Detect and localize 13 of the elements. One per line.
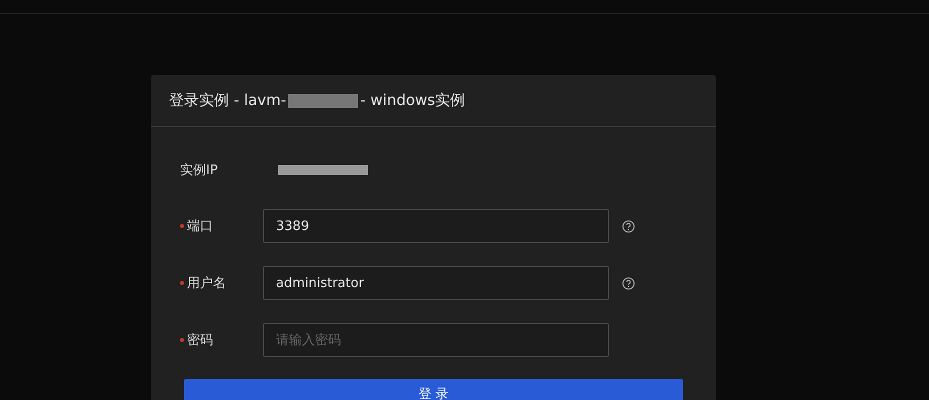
redaction-block <box>288 94 358 108</box>
input-field[interactable]: 请输入密码 <box>263 323 609 357</box>
field-label: 用户名 <box>187 275 226 292</box>
field-label: 端口 <box>187 218 213 235</box>
input-field[interactable]: 3389 <box>263 209 609 243</box>
help-icon[interactable] <box>622 276 635 290</box>
input-field[interactable]: administrator <box>263 266 609 300</box>
dialog-title-suffix: - windows实例 <box>360 91 466 110</box>
dialog-title: 登录实例 - lavm- <box>169 91 286 110</box>
field-label: 密码 <box>187 332 213 349</box>
field-label: 实例IP <box>180 162 218 179</box>
login-button[interactable]: 登 录 <box>184 379 683 400</box>
help-icon[interactable] <box>622 220 635 232</box>
